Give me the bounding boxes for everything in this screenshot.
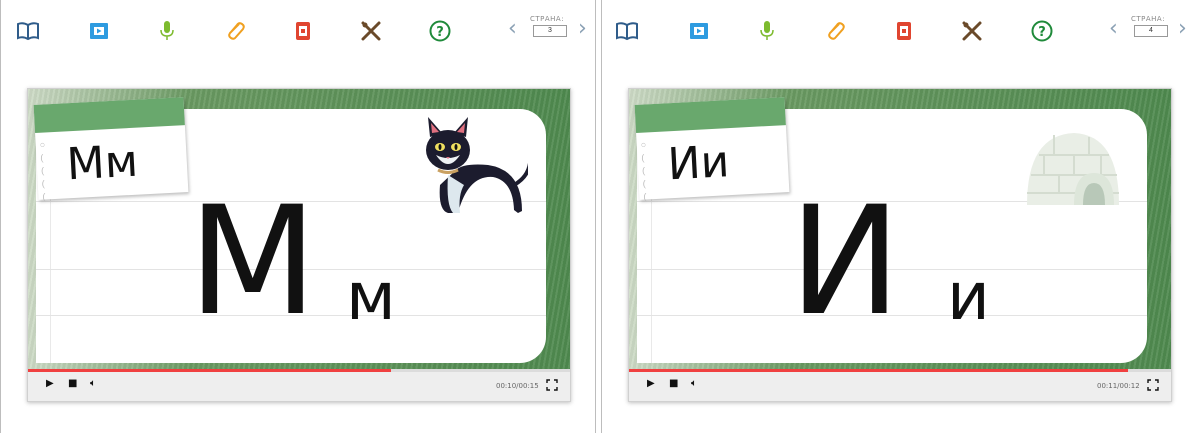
svg-text:?: ? (1038, 25, 1046, 40)
chevron-right-icon[interactable]: › (578, 18, 587, 40)
progress-fill (28, 369, 392, 372)
letter-card: ○(((( Мм (33, 97, 189, 202)
page-navigator: ‹ СТРАНА: 4 › (1107, 15, 1187, 46)
letter-card: ○(((( Ии (634, 97, 790, 202)
volume-icon[interactable]: 🔈︎ (90, 379, 96, 389)
paperclip-icon (228, 22, 245, 40)
help-button[interactable]: ? (425, 16, 455, 46)
chevron-left-icon[interactable]: ‹ (1109, 18, 1118, 40)
large-uppercase-letter: И (789, 175, 902, 349)
progress-track[interactable] (28, 369, 570, 372)
tools-icon (361, 21, 381, 41)
page-label: СТРАНА: (1131, 15, 1166, 23)
audio-button[interactable] (152, 16, 182, 46)
tools-icon (962, 21, 982, 41)
tools-button[interactable] (356, 16, 386, 46)
document-icon (296, 22, 310, 40)
microphone-icon (760, 21, 774, 40)
video-button[interactable] (684, 16, 714, 46)
tools-button[interactable] (957, 16, 987, 46)
film-icon (690, 23, 708, 39)
page-input[interactable]: 4 (1134, 25, 1168, 37)
stop-icon[interactable]: ■ (669, 379, 678, 389)
book-button[interactable] (612, 16, 642, 46)
book-icon (17, 22, 39, 41)
help-icon: ? (429, 20, 451, 42)
help-button[interactable]: ? (1027, 16, 1057, 46)
video-button[interactable] (84, 16, 114, 46)
page-label: СТРАНА: (530, 15, 565, 23)
document-button[interactable] (288, 16, 318, 46)
lesson-panel-right: ? ‹ СТРАНА: 4 › ○(((( Ии И и ▶ ■ 🔈︎ 00:1… (601, 0, 1189, 433)
chevron-left-icon[interactable]: ‹ (508, 18, 517, 40)
cat-illustration (426, 117, 528, 213)
card-letters: Ии (666, 136, 731, 191)
card-letters: Мм (65, 135, 140, 191)
fullscreen-icon[interactable] (546, 379, 558, 391)
player-controls: ▶ ■ 🔈︎ 00:11/00:12 (629, 369, 1171, 401)
film-icon (90, 23, 108, 39)
volume-icon[interactable]: 🔈︎ (691, 379, 697, 389)
book-button[interactable] (13, 16, 43, 46)
time-display: 00:10/00:15 (496, 382, 539, 390)
stop-icon[interactable]: ■ (68, 379, 77, 389)
attachment-button[interactable] (820, 16, 850, 46)
page-input[interactable]: 3 (533, 25, 567, 37)
play-icon[interactable]: ▶ (647, 379, 655, 389)
fullscreen-icon[interactable] (1147, 379, 1159, 391)
lesson-panel-left: ? ‹ СТРАНА: 3 › ○(((( Мм М м ▶ ■ 🔈︎ 00:1… (0, 0, 596, 433)
player-controls: ▶ ■ 🔈︎ 00:10/00:15 (28, 369, 570, 401)
toolbar: ? ‹ СТРАНА: 3 › (1, 15, 595, 50)
toolbar: ? ‹ СТРАНА: 4 › (602, 15, 1189, 50)
chevron-right-icon[interactable]: › (1178, 18, 1187, 40)
progress-track[interactable] (629, 369, 1171, 372)
play-icon[interactable]: ▶ (46, 379, 54, 389)
progress-fill (629, 369, 1128, 372)
large-lowercase-letter: и (947, 258, 990, 335)
video-frame[interactable]: ○(((( Ии И и (629, 89, 1171, 369)
video-player: ○(((( Мм М м ▶ ■ 🔈︎ 00:10/00:15 (27, 88, 571, 402)
igloo-illustration (1027, 133, 1119, 205)
document-button[interactable] (889, 16, 919, 46)
large-uppercase-letter: М (188, 175, 318, 349)
video-frame[interactable]: ○(((( Мм М м (28, 89, 570, 369)
time-display: 00:11/00:12 (1097, 382, 1140, 390)
document-icon (897, 22, 911, 40)
paperclip-icon (828, 22, 845, 40)
video-player: ○(((( Ии И и ▶ ■ 🔈︎ 00:11/00:12 (628, 88, 1172, 402)
attachment-button[interactable] (220, 16, 250, 46)
large-lowercase-letter: м (346, 258, 396, 335)
page-navigator: ‹ СТРАНА: 3 › (506, 15, 591, 46)
svg-text:?: ? (436, 25, 444, 40)
help-icon: ? (1031, 20, 1053, 42)
book-icon (616, 22, 638, 41)
audio-button[interactable] (752, 16, 782, 46)
microphone-icon (160, 21, 174, 40)
